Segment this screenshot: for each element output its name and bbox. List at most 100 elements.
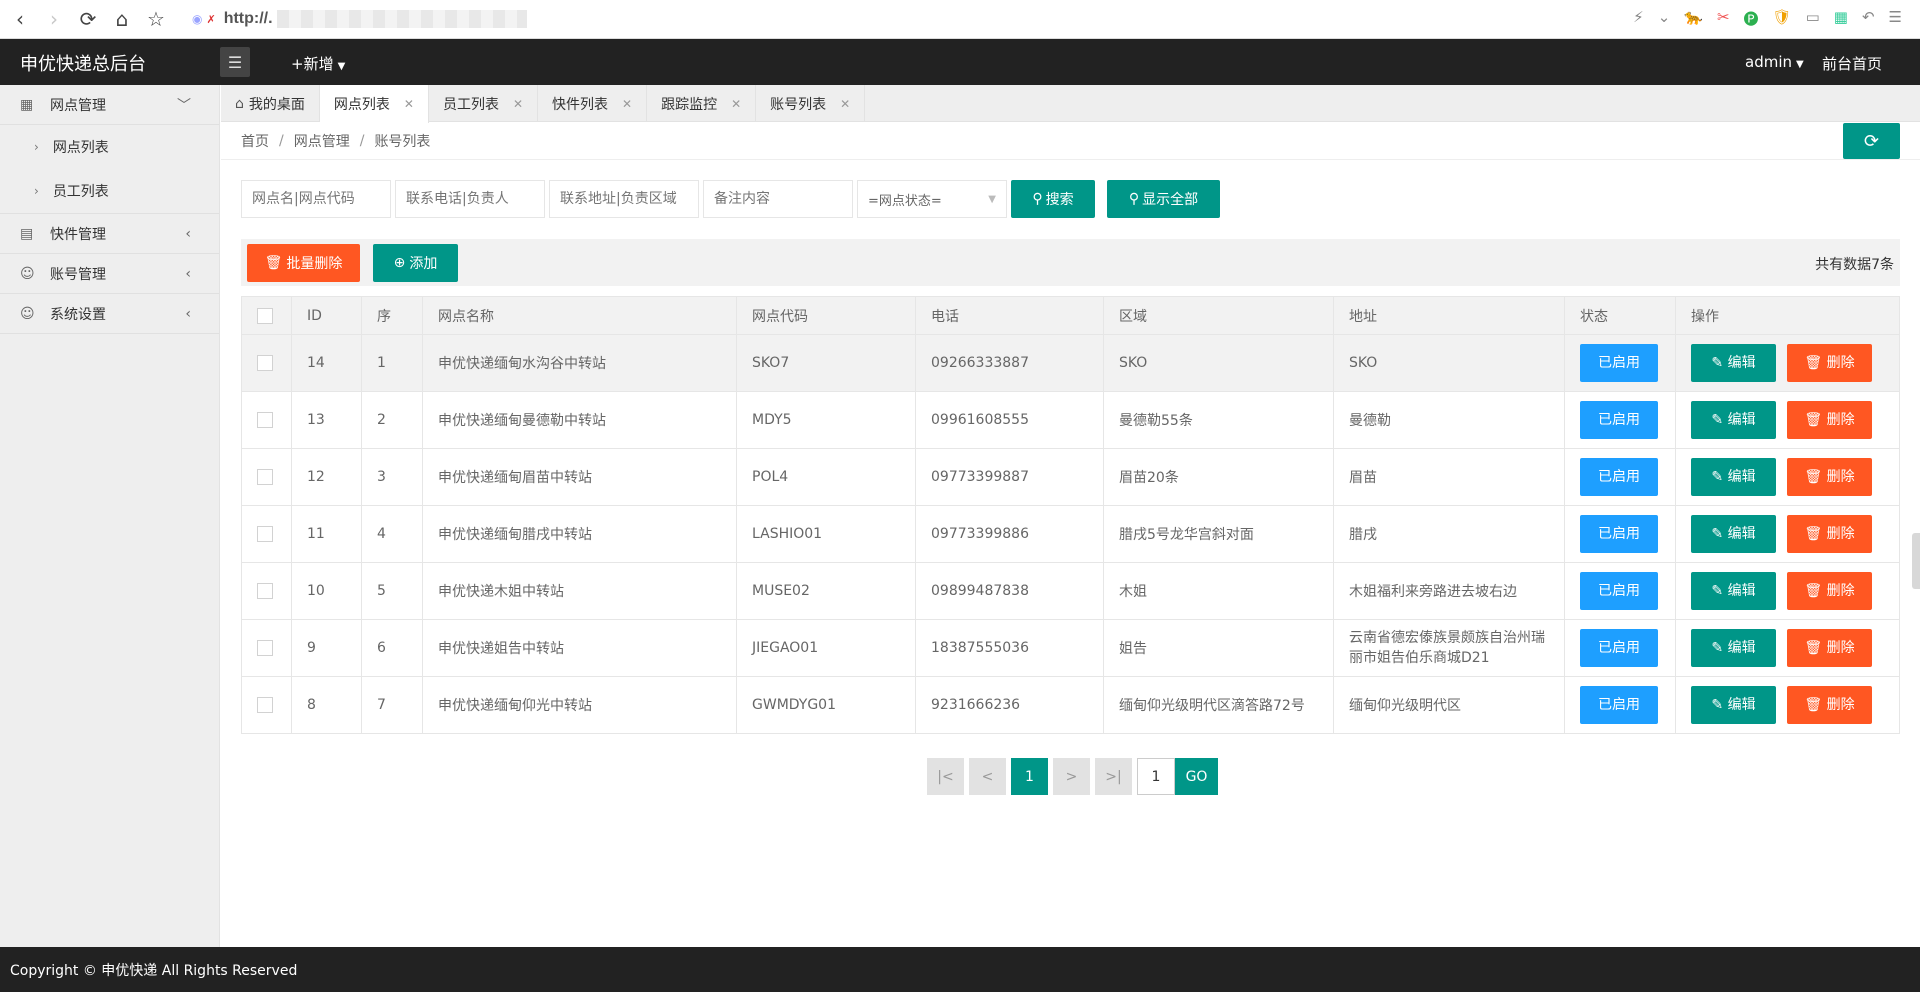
edit-button[interactable]: ✎ 编辑 — [1691, 344, 1776, 382]
sidebar-group-account[interactable]: ☺ 账号管理 ‹ — [0, 254, 219, 294]
favorite-star-icon[interactable]: ☆ — [142, 5, 170, 33]
browser-extension-icon[interactable]: 🅟 — [1744, 8, 1759, 29]
prev-page-button[interactable]: < — [969, 758, 1006, 795]
back-icon[interactable]: ‹ — [6, 5, 34, 33]
status-toggle-button[interactable]: 已启用 — [1580, 572, 1658, 610]
cell-address: 缅甸仰光级明代区 — [1333, 676, 1565, 734]
forward-icon[interactable]: › — [40, 5, 68, 33]
first-page-button[interactable]: |< — [927, 758, 964, 795]
status-toggle-button[interactable]: 已启用 — [1580, 458, 1658, 496]
browser-extension-icon[interactable]: ▭ — [1806, 8, 1820, 29]
browser-extension-icon[interactable]: ✂ — [1717, 8, 1730, 29]
address-input[interactable] — [549, 180, 699, 218]
row-checkbox[interactable] — [257, 583, 273, 599]
close-icon[interactable]: ✕ — [513, 97, 523, 111]
note-input[interactable] — [703, 180, 853, 218]
pencil-icon: ✎ — [1711, 355, 1728, 371]
cell-seq: 3 — [361, 448, 423, 506]
breadcrumb-home[interactable]: 首页 — [241, 131, 269, 151]
tab-desktop[interactable]: ⌂ 我的桌面 — [221, 85, 320, 122]
front-page-link[interactable]: 前台首页 — [1822, 53, 1882, 74]
cell-code: MDY5 — [736, 391, 916, 449]
browser-extension-icon[interactable]: 🐆 — [1684, 8, 1703, 29]
table-row: 8 7 申优快递缅甸仰光中转站 GWMDYG01 9231666236 缅甸仰光级明代区滴… — [241, 676, 1900, 734]
refresh-button[interactable]: ⟳ — [1843, 123, 1900, 159]
row-checkbox[interactable] — [257, 640, 273, 656]
delete-button[interactable]: 🗑 删除 — [1787, 629, 1872, 667]
sidebar-group-branch[interactable]: ▦ 网点管理 ﹀ — [0, 85, 219, 125]
show-all-button[interactable]: ⚲ 显示全部 — [1107, 180, 1220, 218]
row-checkbox[interactable] — [257, 355, 273, 371]
row-checkbox[interactable] — [257, 469, 273, 485]
browser-extension-icon[interactable]: ▦ — [1834, 8, 1848, 29]
row-select-cell — [241, 676, 292, 734]
browser-extension-icon[interactable]: ↶ — [1862, 8, 1875, 29]
row-checkbox[interactable] — [257, 697, 273, 713]
browser-extension-icon[interactable]: 🛡 — [1773, 8, 1792, 29]
tab-item[interactable]: 快件列表 ✕ — [538, 85, 648, 122]
browser-extension-icon[interactable]: ⌄ — [1658, 8, 1671, 29]
delete-button[interactable]: 🗑 删除 — [1787, 401, 1872, 439]
edit-button[interactable]: ✎ 编辑 — [1691, 458, 1776, 496]
current-page-button[interactable]: 1 — [1011, 758, 1048, 795]
edit-button[interactable]: ✎ 编辑 — [1691, 401, 1776, 439]
home-icon[interactable]: ⌂ — [108, 5, 136, 33]
tab-item[interactable]: 网点列表 ✕ — [319, 85, 429, 123]
browser-extension-icon[interactable]: ⚡ — [1633, 8, 1644, 29]
branch-name-input[interactable] — [241, 180, 391, 218]
close-icon[interactable]: ✕ — [622, 97, 632, 111]
breadcrumb-branch[interactable]: 网点管理 — [294, 131, 350, 151]
edit-button[interactable]: ✎ 编辑 — [1691, 629, 1776, 667]
close-icon[interactable]: ✕ — [731, 97, 741, 111]
row-checkbox[interactable] — [257, 526, 273, 542]
status-select[interactable]: =网点状态= ▼ — [857, 180, 1007, 218]
add-new-menu[interactable]: +新增 ▼ — [291, 53, 345, 74]
phone-input[interactable] — [395, 180, 545, 218]
delete-button[interactable]: 🗑 删除 — [1787, 515, 1872, 553]
delete-button[interactable]: 🗑 删除 — [1787, 686, 1872, 724]
close-icon[interactable]: ✕ — [404, 97, 414, 111]
cell-name: 申优快递缅甸仰光中转站 — [422, 676, 737, 734]
menu-toggle-button[interactable]: ☰ — [220, 47, 250, 77]
tab-item[interactable]: 员工列表 ✕ — [429, 85, 539, 122]
row-checkbox[interactable] — [257, 412, 273, 428]
close-icon[interactable]: ✕ — [840, 97, 850, 111]
delete-button[interactable]: 🗑 删除 — [1787, 344, 1872, 382]
delete-button[interactable]: 🗑 删除 — [1787, 572, 1872, 610]
last-page-button[interactable]: >| — [1095, 758, 1132, 795]
side-panel-handle[interactable] — [1912, 533, 1920, 589]
edit-button[interactable]: ✎ 编辑 — [1691, 515, 1776, 553]
next-page-button[interactable]: > — [1053, 758, 1090, 795]
sidebar-item-staff-list[interactable]: › 员工列表 — [0, 169, 219, 213]
refresh-icon: ⟳ — [1863, 130, 1880, 152]
status-toggle-button[interactable]: 已启用 — [1580, 686, 1658, 724]
page-jump-input[interactable]: 1 — [1137, 758, 1175, 795]
batch-delete-button[interactable]: 🗑 批量删除 — [247, 244, 360, 282]
cell-address: 眉苗 — [1333, 448, 1565, 506]
address-bar[interactable]: ◉ ✗ http://. — [192, 7, 532, 31]
sidebar-group-settings[interactable]: ☺ 系统设置 ‹ — [0, 294, 219, 334]
col-area: 区域 — [1103, 296, 1334, 335]
cell-status: 已启用 — [1564, 505, 1676, 563]
sidebar-item-branch-list[interactable]: › 网点列表 — [0, 125, 219, 169]
delete-button[interactable]: 🗑 删除 — [1787, 458, 1872, 496]
status-toggle-button[interactable]: 已启用 — [1580, 629, 1658, 667]
tab-item[interactable]: 跟踪监控 ✕ — [647, 85, 757, 122]
tab-item[interactable]: 账号列表 ✕ — [756, 85, 866, 122]
user-menu[interactable]: admin ▼ — [1745, 53, 1804, 71]
browser-extension-icon[interactable]: ☰ — [1889, 8, 1902, 29]
add-button[interactable]: ⊕ 添加 — [373, 244, 458, 282]
status-toggle-button[interactable]: 已启用 — [1580, 515, 1658, 553]
go-button[interactable]: GO — [1175, 758, 1218, 795]
edit-button[interactable]: ✎ 编辑 — [1691, 686, 1776, 724]
select-all-checkbox[interactable] — [257, 307, 273, 324]
cell-id: 9 — [291, 619, 362, 677]
status-toggle-button[interactable]: 已启用 — [1580, 344, 1658, 382]
edit-button[interactable]: ✎ 编辑 — [1691, 572, 1776, 610]
sidebar-group-parcel[interactable]: ▤ 快件管理 ‹ — [0, 214, 219, 254]
reload-icon[interactable]: ⟳ — [74, 5, 102, 33]
trash-icon: 🗑 — [1804, 526, 1827, 542]
sidebar-group-label: 系统设置 — [50, 306, 106, 323]
search-button[interactable]: ⚲ 搜索 — [1011, 180, 1095, 218]
status-toggle-button[interactable]: 已启用 — [1580, 401, 1658, 439]
